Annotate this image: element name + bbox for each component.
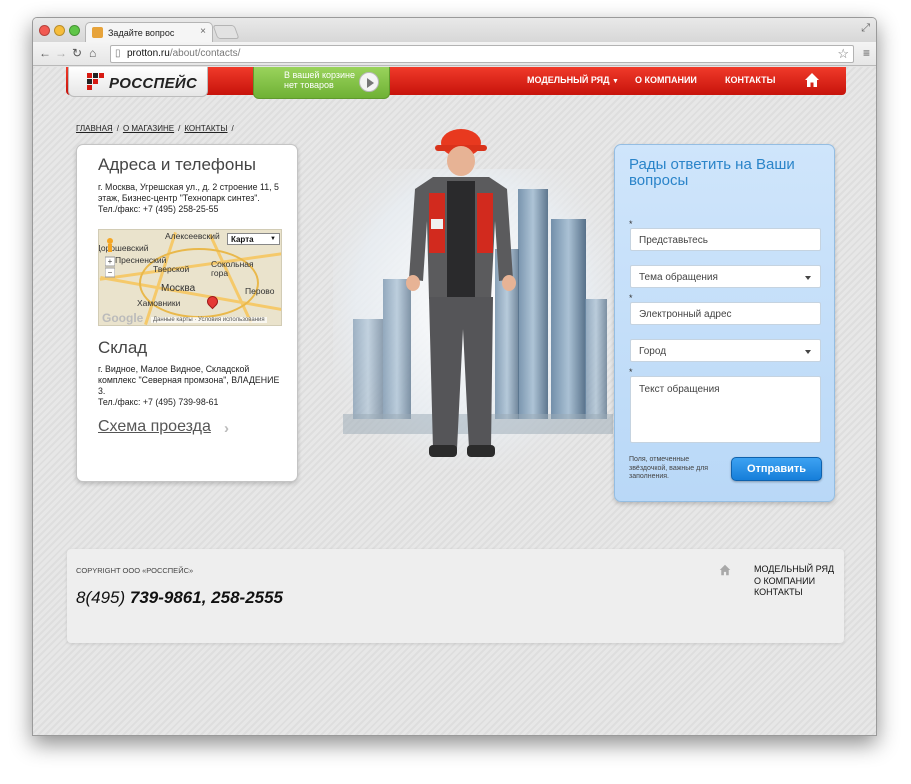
tab-close-icon[interactable]: ×	[200, 26, 206, 37]
location-map[interactable]: Алексеевский Дорошевский Пресненский Тве…	[98, 229, 282, 326]
browser-tab[interactable]: Задайте вопрос ×	[85, 22, 213, 42]
window-minimize-button[interactable]	[54, 25, 65, 36]
footer-link-about[interactable]: О КОМПАНИИ	[754, 576, 834, 588]
nav-item-models[interactable]: МОДЕЛЬНЫЙ РЯД ▼	[527, 75, 619, 85]
forward-icon[interactable]: →	[55, 46, 67, 60]
url-host: protton.ru	[127, 48, 170, 59]
cart-widget[interactable]: В вашей корзине нет товаров	[253, 67, 390, 99]
required-fields-note: Поля, отмеченные звёздочкой, важные для …	[629, 456, 709, 480]
new-tab-button[interactable]	[212, 25, 240, 39]
email-input[interactable]: Электронный адрес	[630, 302, 821, 325]
directions-link[interactable]: Схема проезда	[98, 418, 211, 436]
topic-select[interactable]: Тема обращения	[630, 265, 821, 288]
menu-icon[interactable]: ≡	[863, 46, 870, 60]
warehouse-title: Склад	[98, 338, 148, 357]
home-icon[interactable]	[804, 72, 820, 88]
fullscreen-icon[interactable]: ⤢	[861, 22, 870, 35]
page-viewport: РОССПЕЙС В вашей корзине нет товаров МОД…	[33, 67, 876, 735]
breadcrumb-contacts[interactable]: КОНТАКТЫ	[184, 124, 227, 133]
map-credit[interactable]: Данные карты · Условия использования	[151, 317, 267, 323]
form-title: Рады ответить на Ваши вопросы	[629, 156, 795, 189]
google-logo: Google	[102, 311, 144, 325]
svg-text:−: −	[108, 268, 113, 277]
cart-status: В вашей корзине нет товаров	[284, 70, 356, 90]
map-type-select[interactable]: Карта ▼	[227, 233, 280, 245]
breadcrumb-store[interactable]: О МАГАЗИНЕ	[123, 124, 174, 133]
reload-icon[interactable]: ↻	[72, 46, 82, 60]
window-zoom-button[interactable]	[69, 25, 80, 36]
footer-link-contacts[interactable]: КОНТАКТЫ	[754, 587, 834, 599]
breadcrumb: ГЛАВНАЯ / О МАГАЗИНЕ / КОНТАКТЫ /	[76, 124, 234, 133]
tab-strip: Задайте вопрос × ⤢	[33, 18, 876, 42]
feedback-form: Рады ответить на Ваши вопросы * Представ…	[614, 144, 835, 502]
site-footer: COPYRIGHT ООО «РОССПЕЙС» 8(495) 739-9861…	[67, 549, 844, 643]
city-select[interactable]: Город	[630, 339, 821, 362]
contacts-card: Адреса и телефоны г. Москва, Угрешская у…	[76, 144, 298, 482]
office-address: г. Москва, Угрешская ул., д. 2 строение …	[98, 182, 279, 214]
logo-text: РОССПЕЙС	[109, 75, 198, 92]
site-header: РОССПЕЙС В вашей корзине нет товаров МОД…	[66, 67, 846, 99]
map-zoom-control[interactable]: + −	[105, 237, 115, 279]
warehouse-address: г. Видное, Малое Видное, Складской компл…	[98, 364, 280, 407]
footer-phone: 8(495) 739-9861, 258-2555	[76, 588, 284, 607]
browser-window: Задайте вопрос × ⤢ ← → ↻ ⌂ ▯ protton.ru/…	[32, 17, 877, 736]
favicon-icon	[92, 27, 103, 38]
footer-home-icon[interactable]	[719, 564, 731, 576]
contacts-title: Адреса и телефоны	[98, 155, 256, 174]
hero-worker-image	[333, 129, 613, 469]
footer-link-models[interactable]: МОДЕЛЬНЫЙ РЯД	[754, 564, 834, 576]
submit-button[interactable]: Отправить	[731, 457, 822, 481]
browser-toolbar: ← → ↻ ⌂ ▯ protton.ru/about/contacts/ ☆ ≡	[33, 42, 876, 66]
copyright-text: COPYRIGHT ООО «РОССПЕЙС»	[76, 566, 194, 575]
back-icon[interactable]: ←	[39, 46, 51, 60]
site-logo[interactable]: РОССПЕЙС	[68, 67, 208, 97]
footer-nav: МОДЕЛЬНЫЙ РЯД О КОМПАНИИ КОНТАКТЫ	[754, 564, 834, 599]
chevron-right-icon: ›	[224, 420, 229, 437]
page-icon: ▯	[115, 48, 121, 59]
home-button-icon[interactable]: ⌂	[89, 46, 96, 60]
url-path: /about/contacts/	[169, 48, 241, 59]
message-textarea[interactable]: Текст обращения	[630, 376, 821, 443]
address-bar[interactable]: ▯ protton.ru/about/contacts/ ☆	[110, 45, 854, 63]
nav-item-about[interactable]: О КОМПАНИИ	[635, 75, 697, 85]
bookmark-star-icon[interactable]: ☆	[837, 46, 849, 62]
breadcrumb-home[interactable]: ГЛАВНАЯ	[76, 124, 113, 133]
tab-title: Задайте вопрос	[108, 28, 175, 38]
name-input[interactable]: Представьтесь	[630, 228, 821, 251]
window-close-button[interactable]	[39, 25, 50, 36]
dropdown-arrow-icon: ▼	[612, 78, 619, 85]
nav-item-contacts[interactable]: КОНТАКТЫ	[725, 75, 775, 85]
cart-play-icon[interactable]	[359, 72, 379, 92]
logo-mark-icon	[87, 73, 107, 91]
svg-text:+: +	[108, 257, 113, 266]
